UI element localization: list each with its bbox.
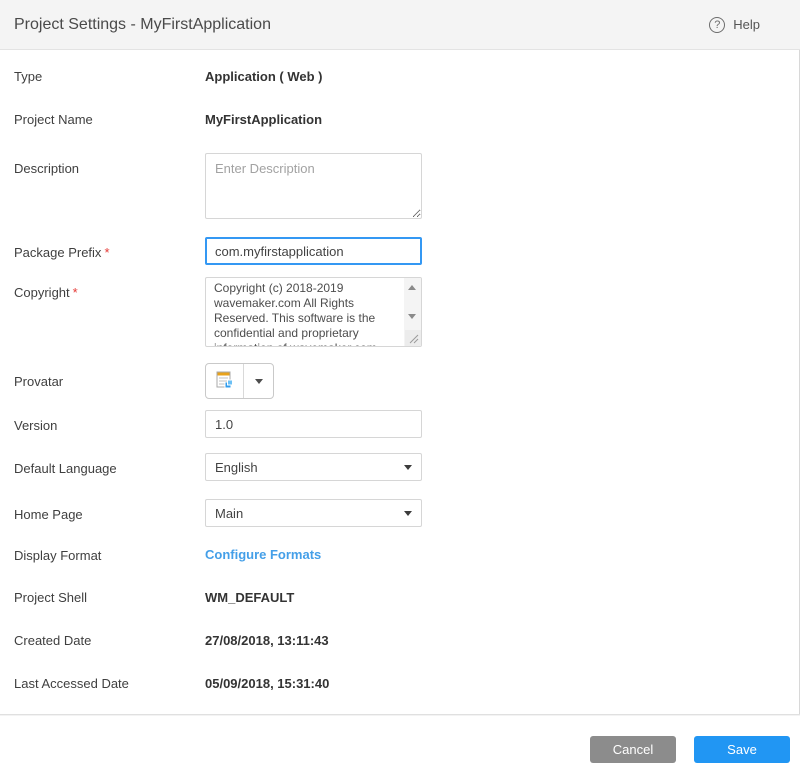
package-prefix-input[interactable] (205, 237, 422, 265)
last-accessed-date-value: 05/09/2018, 15:31:40 (205, 675, 329, 693)
type-value: Application ( Web ) (205, 68, 322, 86)
page-title: Project Settings - MyFirstApplication (14, 16, 271, 34)
package-prefix-row: Package Prefix* (0, 237, 799, 265)
created-date-row: Created Date 27/08/2018, 13:11:43 (0, 632, 799, 650)
package-prefix-label: Package Prefix* (0, 237, 205, 262)
home-page-select[interactable]: Main (205, 499, 422, 527)
last-accessed-date-row: Last Accessed Date 05/09/2018, 15:31:40 (0, 675, 799, 693)
scroll-down-icon[interactable] (408, 314, 416, 319)
help-button[interactable]: ? Help (709, 17, 760, 33)
project-shell-label: Project Shell (0, 589, 205, 607)
project-shell-value: WM_DEFAULT (205, 589, 294, 607)
project-settings-form: Type Application ( Web ) Project Name My… (0, 50, 800, 714)
help-label: Help (733, 17, 760, 32)
save-button[interactable]: Save (694, 736, 790, 763)
display-format-row: Display Format Configure Formats (0, 547, 799, 565)
description-label: Description (0, 153, 205, 178)
default-language-label: Default Language (0, 453, 205, 478)
chevron-down-icon (404, 511, 412, 516)
copyright-row: Copyright* Copyright (c) 2018-2019 wavem… (0, 277, 799, 347)
resize-grip-icon[interactable] (405, 330, 421, 346)
type-row: Type Application ( Web ) (0, 68, 799, 86)
required-asterisk: * (104, 245, 109, 260)
type-label: Type (0, 68, 205, 86)
provatar-row: Provatar (0, 363, 799, 399)
created-date-label: Created Date (0, 632, 205, 650)
copyright-label: Copyright* (0, 277, 205, 302)
created-date-value: 27/08/2018, 13:11:43 (205, 632, 329, 650)
dialog-header: Project Settings - MyFirstApplication ? … (0, 0, 800, 50)
display-format-label: Display Format (0, 547, 205, 565)
cancel-button[interactable]: Cancel (590, 736, 676, 763)
default-language-select[interactable]: English (205, 453, 422, 481)
home-page-row: Home Page Main (0, 499, 799, 527)
chevron-down-icon (255, 379, 263, 384)
scroll-up-icon[interactable] (408, 285, 416, 290)
provatar-split-button (205, 363, 274, 399)
required-asterisk: * (73, 285, 78, 300)
default-language-value: English (215, 460, 258, 475)
default-language-row: Default Language English (0, 453, 799, 481)
version-label: Version (0, 410, 205, 435)
project-name-value: MyFirstApplication (205, 111, 322, 129)
help-icon: ? (709, 17, 725, 33)
copyright-textarea[interactable]: Copyright (c) 2018-2019 wavemaker.com Al… (205, 277, 422, 347)
description-textarea[interactable] (205, 153, 422, 219)
description-row: Description (0, 153, 799, 219)
version-input[interactable] (205, 410, 422, 438)
provatar-dropdown-button[interactable] (244, 364, 273, 398)
chevron-down-icon (404, 465, 412, 470)
last-accessed-date-label: Last Accessed Date (0, 675, 205, 693)
dialog-footer: Cancel Save (0, 714, 800, 780)
theme-table-icon (214, 370, 236, 392)
provatar-theme-button[interactable] (206, 364, 244, 398)
copyright-text: Copyright (c) 2018-2019 wavemaker.com Al… (214, 281, 399, 346)
project-shell-row: Project Shell WM_DEFAULT (0, 589, 799, 607)
configure-formats-link[interactable]: Configure Formats (205, 547, 321, 562)
home-page-value: Main (215, 506, 243, 521)
project-name-label: Project Name (0, 111, 205, 129)
project-name-row: Project Name MyFirstApplication (0, 111, 799, 129)
home-page-label: Home Page (0, 499, 205, 524)
provatar-label: Provatar (0, 363, 205, 391)
version-row: Version (0, 410, 799, 438)
